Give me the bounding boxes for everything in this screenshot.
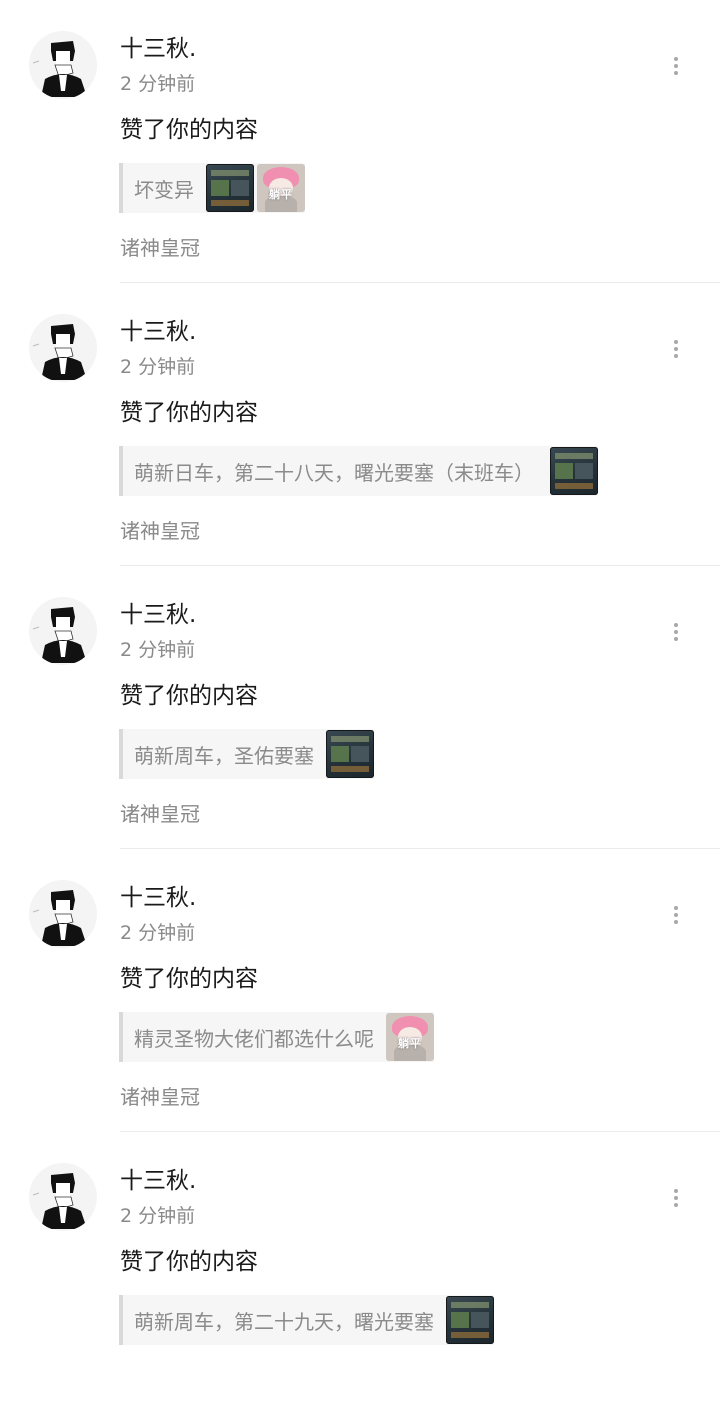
timestamp: 2 分钟前 [120, 639, 196, 661]
quoted-post[interactable]: 精灵圣物大佬们都选什么呢 躺平 [119, 1012, 434, 1062]
quoted-post-title: 萌新周车，圣佑要塞 [134, 743, 314, 768]
action-text: 赞了你的内容 [120, 1249, 258, 1275]
action-text: 赞了你的内容 [120, 117, 258, 143]
quoted-post[interactable]: 萌新日车，第二十八天，曙光要塞（末班车） [119, 446, 598, 496]
quoted-post[interactable]: 萌新周车，第二十九天，曙光要塞 [119, 1295, 494, 1345]
username[interactable]: 十三秋. [120, 1166, 196, 1196]
notification-item[interactable]: 十三秋. 2 分钟前 赞了你的内容 萌新周车，第二十九天，曙光要塞 [0, 1132, 720, 1415]
timestamp: 2 分钟前 [120, 356, 196, 378]
quoted-post-title: 坏变异 [134, 177, 194, 202]
quoted-post[interactable]: 萌新周车，圣佑要塞 [119, 729, 374, 779]
post-thumbnail[interactable] [326, 730, 374, 778]
username[interactable]: 十三秋. [120, 600, 196, 630]
thumbnail-caption: 躺平 [269, 188, 293, 201]
avatar[interactable] [29, 880, 97, 948]
avatar[interactable] [29, 1163, 97, 1231]
username[interactable]: 十三秋. [120, 883, 196, 913]
username[interactable]: 十三秋. [120, 317, 196, 347]
notification-item[interactable]: 十三秋. 2 分钟前 赞了你的内容 萌新日车，第二十八天，曙光要塞（末班车） 诸… [0, 283, 720, 566]
notification-item[interactable]: 十三秋. 2 分钟前 赞了你的内容 精灵圣物大佬们都选什么呢 躺平 诸神皇冠 [0, 849, 720, 1132]
avatar[interactable] [29, 597, 97, 665]
timestamp: 2 分钟前 [120, 1205, 196, 1227]
more-options-icon[interactable] [662, 899, 690, 929]
action-text: 赞了你的内容 [120, 400, 258, 426]
quoted-post-title: 萌新日车，第二十八天，曙光要塞（末班车） [134, 460, 534, 485]
quoted-post-title: 精灵圣物大佬们都选什么呢 [134, 1026, 374, 1051]
post-thumbnail[interactable] [446, 1296, 494, 1344]
more-options-icon[interactable] [662, 616, 690, 646]
source-forum[interactable]: 诸神皇冠 [120, 517, 200, 545]
avatar[interactable] [29, 314, 97, 382]
notification-item[interactable]: 十三秋. 2 分钟前 赞了你的内容 坏变异 躺平 诸神皇冠 [0, 0, 720, 283]
timestamp: 2 分钟前 [120, 922, 196, 944]
more-options-icon[interactable] [662, 333, 690, 363]
post-thumbnail[interactable] [550, 447, 598, 495]
source-forum[interactable]: 诸神皇冠 [120, 1083, 200, 1111]
post-thumbnail[interactable]: 躺平 [386, 1013, 434, 1061]
more-options-icon[interactable] [662, 50, 690, 80]
notification-item[interactable]: 十三秋. 2 分钟前 赞了你的内容 萌新周车，圣佑要塞 诸神皇冠 [0, 566, 720, 849]
timestamp: 2 分钟前 [120, 73, 196, 95]
source-forum[interactable]: 诸神皇冠 [120, 800, 200, 828]
username[interactable]: 十三秋. [120, 34, 196, 64]
quoted-post[interactable]: 坏变异 躺平 [119, 163, 305, 213]
source-forum[interactable]: 诸神皇冠 [120, 234, 200, 262]
more-options-icon[interactable] [662, 1182, 690, 1212]
post-thumbnail[interactable] [206, 164, 254, 212]
action-text: 赞了你的内容 [120, 966, 258, 992]
action-text: 赞了你的内容 [120, 683, 258, 709]
notification-feed: 十三秋. 2 分钟前 赞了你的内容 坏变异 躺平 诸神皇冠 十三秋. 2 分钟前… [0, 0, 720, 1415]
post-thumbnail[interactable]: 躺平 [257, 164, 305, 212]
avatar[interactable] [29, 31, 97, 99]
quoted-post-title: 萌新周车，第二十九天，曙光要塞 [134, 1309, 434, 1334]
thumbnail-caption: 躺平 [398, 1037, 422, 1050]
